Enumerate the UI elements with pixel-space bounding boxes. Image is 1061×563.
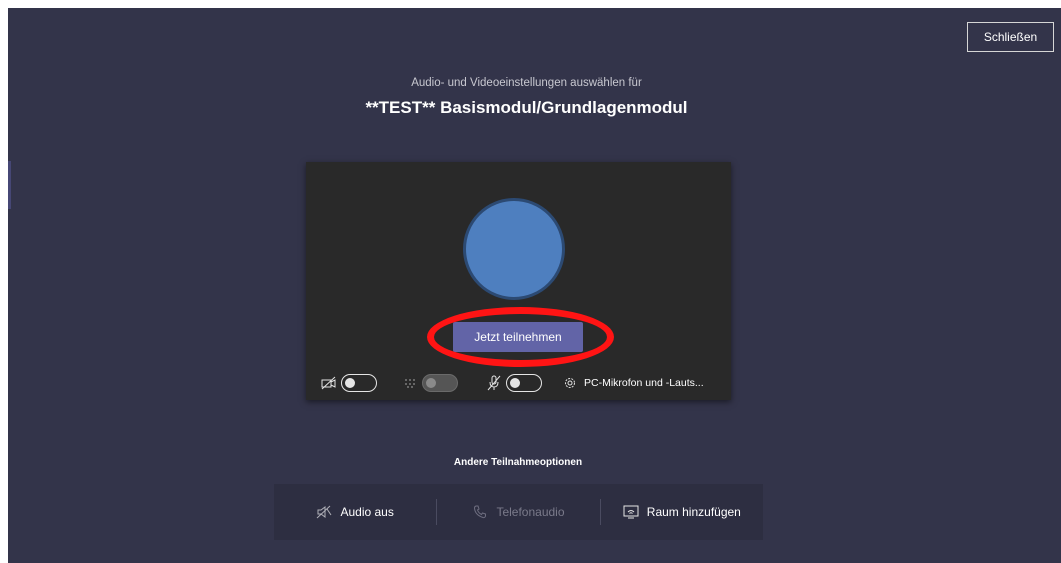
other-join-options-title: Andere Teilnahmeoptionen xyxy=(453,457,583,468)
background-blur-control xyxy=(402,374,458,392)
gear-icon xyxy=(562,375,578,391)
phone-audio-option[interactable]: Telefonaudio xyxy=(437,484,599,540)
camera-toggle[interactable] xyxy=(341,374,377,392)
settings-subtitle: Audio- und Videoeinstellungen auswählen … xyxy=(411,77,642,89)
phone-audio-label: Telefonaudio xyxy=(496,505,565,519)
phone-icon xyxy=(472,504,488,520)
add-room-option[interactable]: Raum hinzufügen xyxy=(601,484,763,540)
device-controls: PC-Mikrofon und -Lauts... xyxy=(321,373,704,393)
audio-device-label: PC-Mikrofon und -Lauts... xyxy=(584,377,704,389)
add-room-label: Raum hinzufügen xyxy=(646,505,741,519)
avatar xyxy=(463,198,565,300)
audio-off-label: Audio aus xyxy=(340,505,394,519)
camera-control xyxy=(321,374,377,392)
other-join-options-bar: Audio aus Telefonaudio Raum hinzufügen xyxy=(274,484,763,540)
blur-icon xyxy=(402,375,418,391)
mic-off-icon xyxy=(486,375,502,391)
room-cast-icon xyxy=(623,504,639,520)
sidebar-edge-accent xyxy=(8,161,11,209)
microphone-toggle[interactable] xyxy=(506,374,542,392)
join-now-button[interactable]: Jetzt teilnehmen xyxy=(453,322,583,352)
camera-off-icon xyxy=(321,375,337,391)
audio-off-option[interactable]: Audio aus xyxy=(274,484,436,540)
prejoin-screen: Schließen Audio- und Videoeinstellungen … xyxy=(8,8,1061,563)
microphone-control xyxy=(486,374,542,392)
background-blur-toggle[interactable] xyxy=(422,374,458,392)
close-button[interactable]: Schließen xyxy=(967,22,1054,52)
meeting-title: **TEST** Basismodul/Grundlagenmodul xyxy=(365,98,688,117)
audio-device-settings[interactable]: PC-Mikrofon und -Lauts... xyxy=(562,375,704,391)
video-preview-panel: Jetzt teilnehmen PC-Mikrofon und -Lauts.… xyxy=(306,162,731,400)
speaker-off-icon xyxy=(316,504,332,520)
